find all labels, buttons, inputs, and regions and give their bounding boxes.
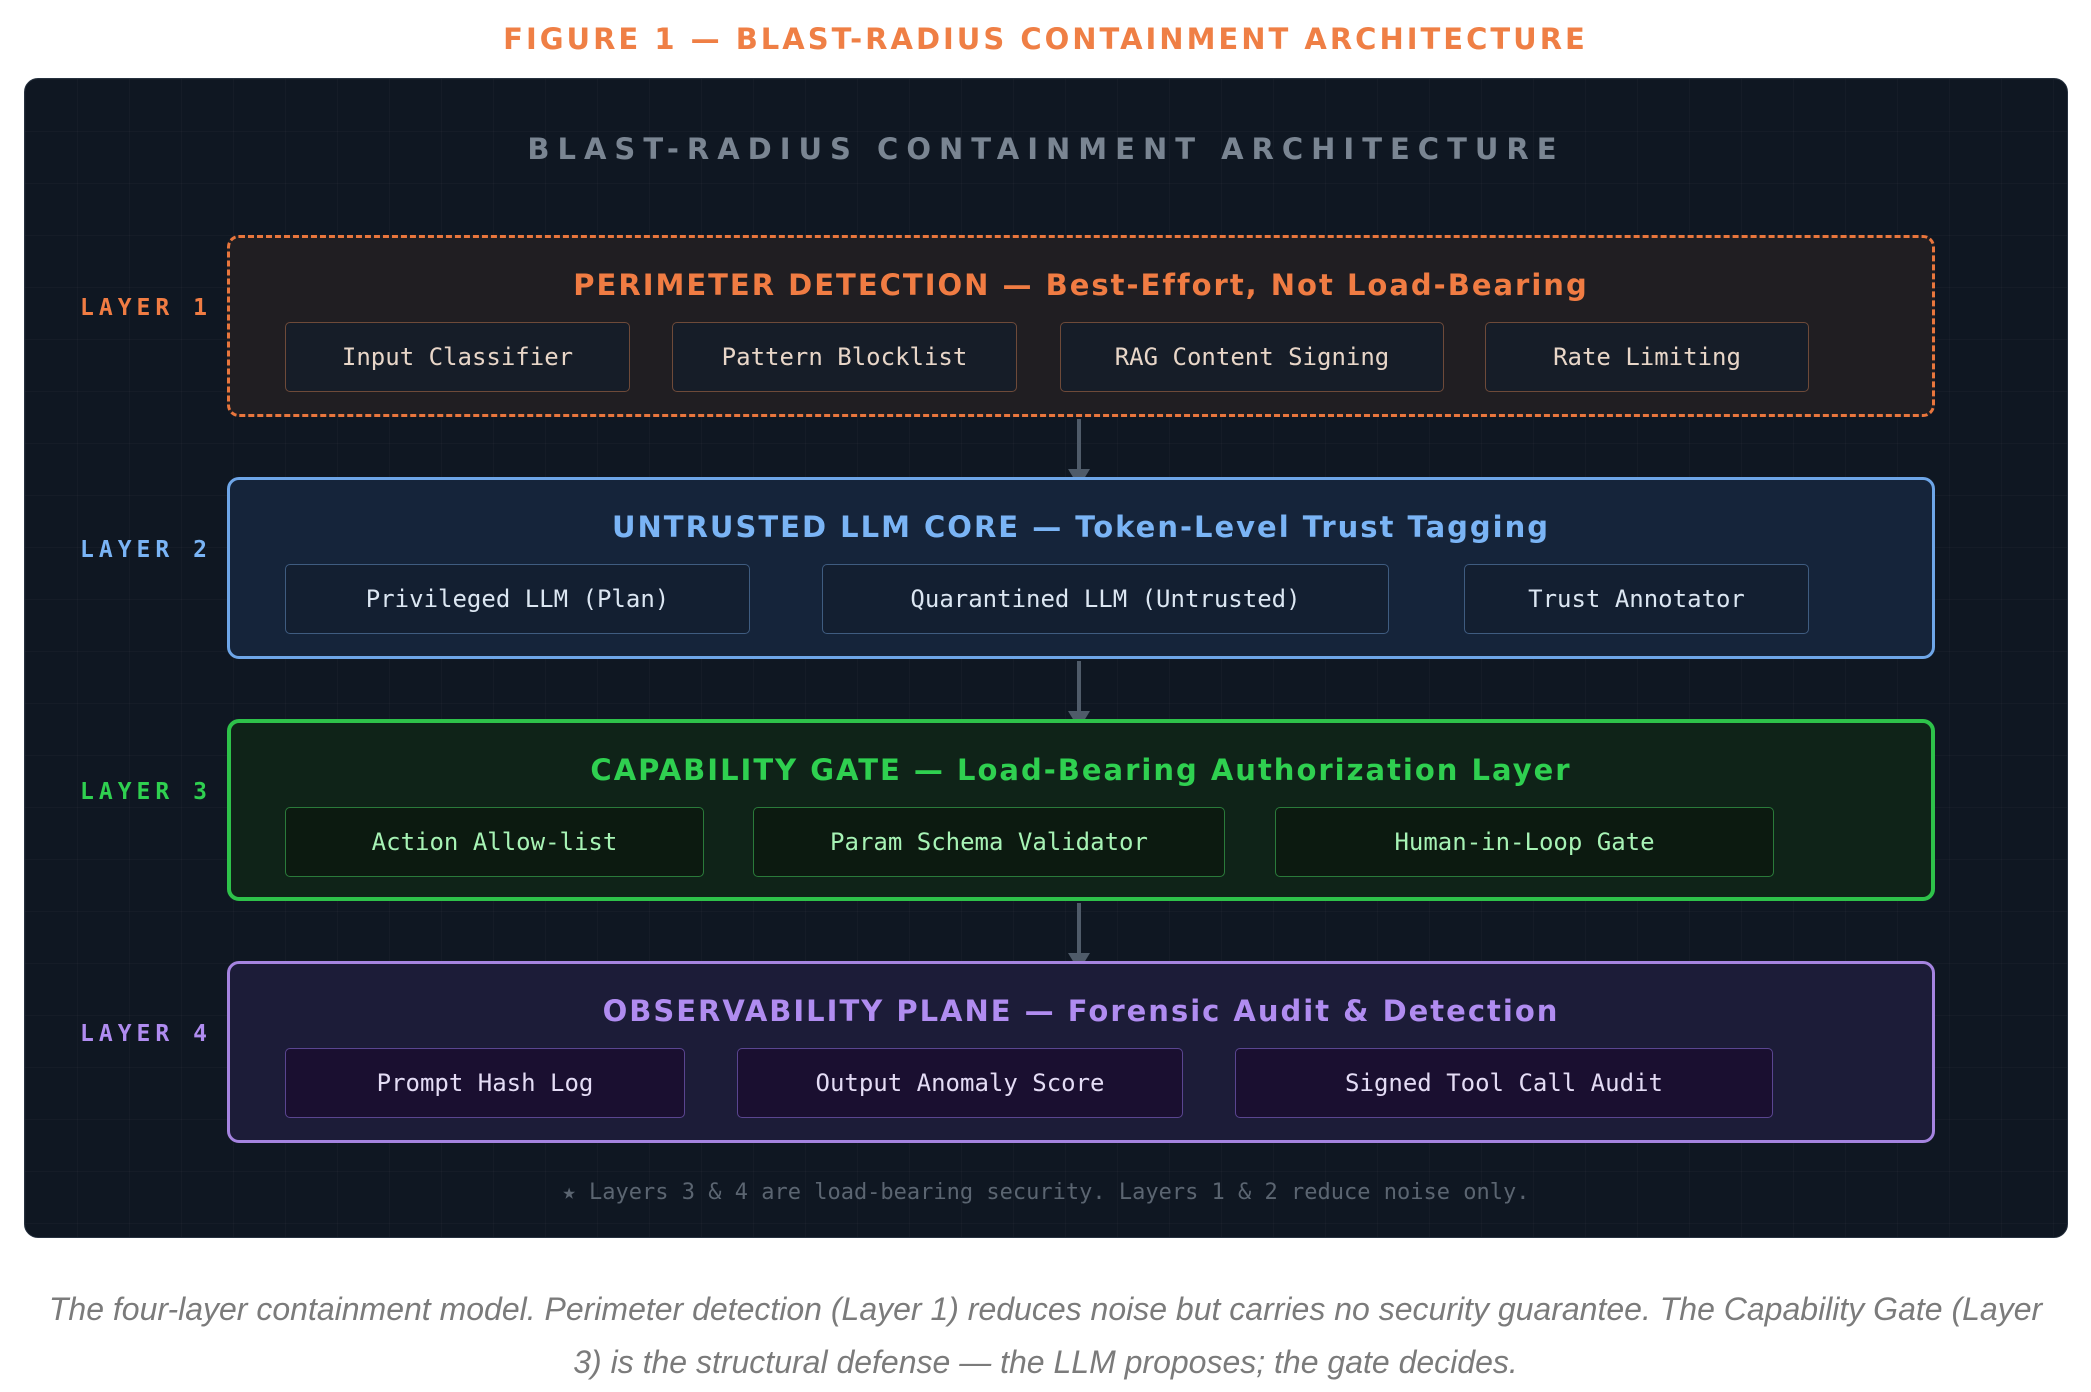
component-pattern-blocklist: Pattern Blocklist	[672, 322, 1017, 392]
layer-3-capability-gate: CAPABILITY GATE — Load-Bearing Authoriza…	[227, 719, 1935, 901]
figure-caption: The four-layer containment model. Perime…	[48, 1291, 2043, 1380]
layer-1-perimeter-detection: PERIMETER DETECTION — Best-Effort, Not L…	[227, 235, 1935, 417]
component-quarantined-llm: Quarantined LLM (Untrusted)	[822, 564, 1389, 634]
layer-3-heading: CAPABILITY GATE — Load-Bearing Authoriza…	[590, 753, 1572, 787]
layer-3-label: LAYER 3	[80, 779, 212, 805]
layer-1-label: LAYER 1	[80, 295, 212, 321]
component-input-classifier: Input Classifier	[285, 322, 630, 392]
component-human-in-loop-gate: Human-in-Loop Gate	[1275, 807, 1774, 877]
component-output-anomaly-score: Output Anomaly Score	[737, 1048, 1183, 1118]
figure-title: FIGURE 1 — BLAST-RADIUS CONTAINMENT ARCH…	[503, 22, 1588, 56]
component-signed-tool-call-audit: Signed Tool Call Audit	[1235, 1048, 1773, 1118]
layer-2-heading: UNTRUSTED LLM CORE — Token-Level Trust T…	[611, 510, 1550, 544]
component-rag-content-signing: RAG Content Signing	[1060, 322, 1444, 392]
layer-1-heading: PERIMETER DETECTION — Best-Effort, Not L…	[573, 268, 1589, 302]
component-rate-limiting: Rate Limiting	[1485, 322, 1809, 392]
layer-4-label: LAYER 4	[80, 1021, 212, 1047]
layer-4-heading: OBSERVABILITY PLANE — Forensic Audit & D…	[602, 994, 1560, 1028]
component-privileged-llm: Privileged LLM (Plan)	[285, 564, 750, 634]
layer-4-observability-plane: OBSERVABILITY PLANE — Forensic Audit & D…	[227, 961, 1935, 1143]
component-param-schema-validator: Param Schema Validator	[753, 807, 1225, 877]
footnote: ★ Layers 3 & 4 are load-bearing security…	[562, 1180, 1530, 1205]
component-action-allow-list: Action Allow-list	[285, 807, 704, 877]
layer-2-label: LAYER 2	[80, 537, 212, 563]
panel-title: BLAST-RADIUS CONTAINMENT ARCHITECTURE	[527, 132, 1565, 166]
layer-2-untrusted-llm-core: UNTRUSTED LLM CORE — Token-Level Trust T…	[227, 477, 1935, 659]
component-trust-annotator: Trust Annotator	[1464, 564, 1809, 634]
component-prompt-hash-log: Prompt Hash Log	[285, 1048, 685, 1118]
